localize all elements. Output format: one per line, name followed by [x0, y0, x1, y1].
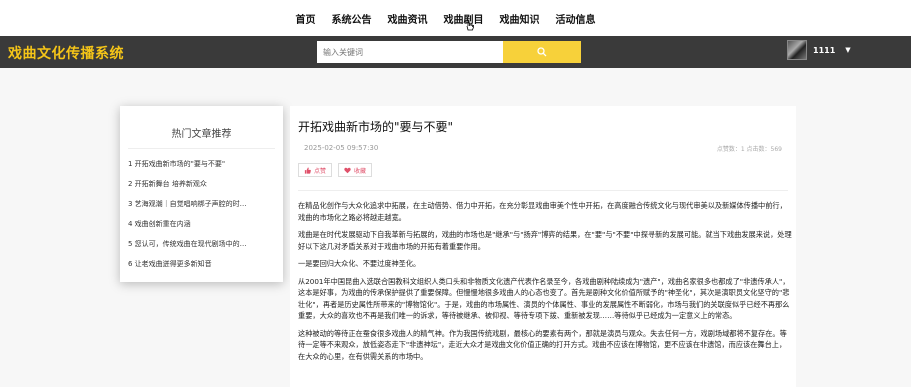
- avatar[interactable]: [787, 40, 807, 60]
- hot-article-item[interactable]: 1 开拓戏曲新市场的"要与不要": [128, 154, 278, 174]
- thumbs-up-icon: [304, 166, 311, 174]
- article-paragraph: 这种被动的等待正在蚕食很多戏曲人的精气神。作为我国传统戏剧，最核心的要素有两个，…: [298, 328, 787, 361]
- heart-icon: [344, 167, 351, 173]
- article-paragraph: 从2001年中国昆曲入选联合国教科文组织人类口头和非物质文化遗产代表作名录至今，…: [298, 276, 790, 321]
- hot-article-item[interactable]: 3 艺海观潮｜自觉唱响梆子声腔的时…: [128, 194, 278, 214]
- hot-article-item[interactable]: 5 您认可，传统戏曲在现代剧场中的…: [128, 234, 278, 254]
- hand-cursor-icon: [466, 20, 474, 31]
- hot-article-item[interactable]: 6 让老戏曲迸得更多新知音: [128, 254, 278, 274]
- divider: [298, 190, 788, 191]
- like-label: 点赞: [314, 167, 327, 175]
- nav-opera-knowledge[interactable]: 戏曲知识: [492, 11, 548, 26]
- nav-home[interactable]: 首页: [288, 11, 324, 26]
- site-brand[interactable]: 戏曲文化传播系统: [8, 43, 124, 63]
- article-title: 开拓戏曲新市场的"要与不要": [298, 120, 454, 134]
- search-icon: [537, 47, 547, 57]
- favorite-label: 收藏: [354, 167, 367, 175]
- hot-article-item[interactable]: 4 戏曲创新重在内涵: [128, 214, 278, 234]
- nav-opera-news[interactable]: 戏曲资讯: [380, 11, 436, 26]
- article-body: 在精品化创作与大众化追求中拓展，在主动借势、借力中开拓，在充分彰显戏曲审美个性中…: [298, 200, 792, 368]
- username[interactable]: 1111: [813, 46, 835, 55]
- hot-articles-panel: 热门文章推荐 1 开拓戏曲新市场的"要与不要" 2 开拓新舞台 培养新观众 3 …: [120, 106, 283, 282]
- article-paragraph: 在精品化创作与大众化追求中拓展，在主动借势、借力中开拓，在充分彰显戏曲审美个性中…: [298, 201, 787, 222]
- nav-opera-repertoire[interactable]: 戏曲剧目: [436, 11, 492, 26]
- divider: [128, 148, 275, 149]
- user-menu[interactable]: 1111 ▼: [787, 40, 851, 60]
- hot-article-item[interactable]: 2 开拓新舞台 培养新观众: [128, 174, 278, 194]
- panel-title: 热门文章推荐: [171, 129, 232, 140]
- search-button[interactable]: [503, 41, 581, 63]
- chevron-down-icon[interactable]: ▼: [845, 46, 850, 54]
- article-paragraph: 戏曲是在时代发展驱动下自我革新与拓展的，戏曲的市场也是"继承"与"扬弃"博弈的结…: [298, 230, 792, 251]
- nav-activities[interactable]: 活动信息: [548, 11, 604, 26]
- nav-announcements[interactable]: 系统公告: [324, 11, 380, 26]
- top-nav: 首页 系统公告 戏曲资讯 戏曲剧目 戏曲知识 活动信息: [0, 0, 911, 36]
- hot-articles-list: 1 开拓戏曲新市场的"要与不要" 2 开拓新舞台 培养新观众 3 艺海观潮｜自觉…: [128, 154, 278, 274]
- article-stats: 点赞数：1 点击数：569: [716, 146, 782, 153]
- article-date: 2025-02-05 09:57:30: [304, 144, 379, 152]
- favorite-button[interactable]: 收藏: [338, 163, 372, 177]
- search-input[interactable]: [317, 41, 503, 63]
- like-button[interactable]: 点赞: [298, 163, 332, 177]
- article-paragraph: 一是要回归大众化、不要过度神圣化。: [298, 259, 421, 268]
- article-panel: 开拓戏曲新市场的"要与不要" 2025-02-05 09:57:30 点赞数：1…: [290, 106, 796, 387]
